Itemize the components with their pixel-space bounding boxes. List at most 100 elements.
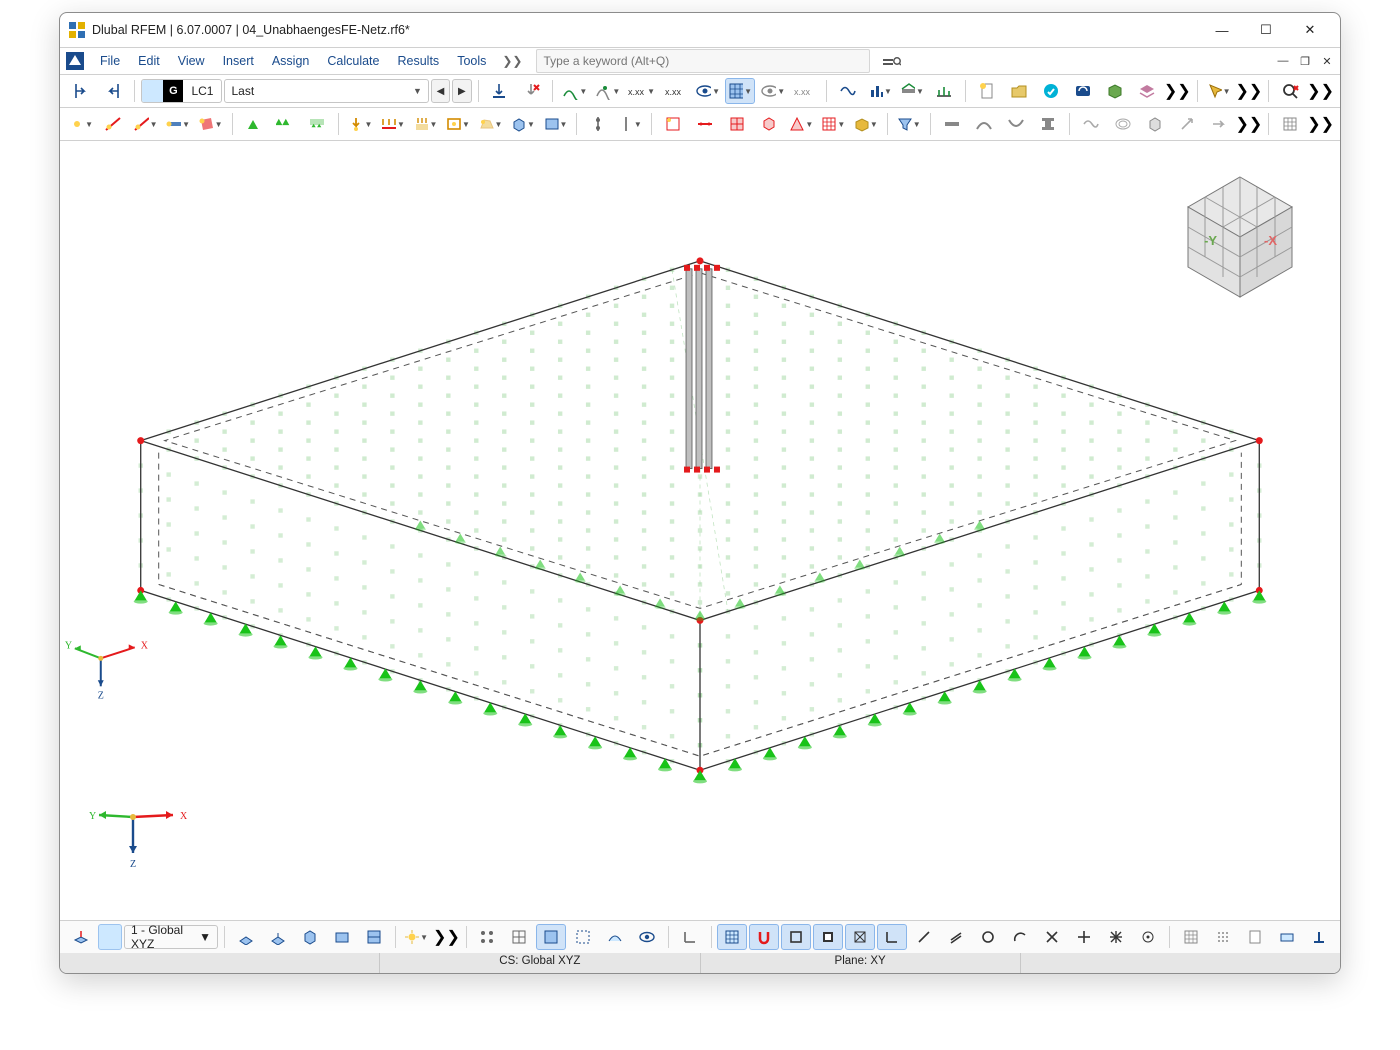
result-vector-button[interactable] (1172, 111, 1202, 137)
mesh-hex-button[interactable] (754, 111, 784, 137)
menu-file[interactable]: File (92, 52, 128, 70)
ortho-1-button[interactable] (327, 924, 357, 950)
menu-calculate[interactable]: Calculate (319, 52, 387, 70)
mesh-star-button[interactable] (658, 111, 688, 137)
menu-edit[interactable]: Edit (130, 52, 168, 70)
anchor-left-button[interactable] (66, 78, 96, 104)
load-node-button[interactable]: ▼ (345, 111, 375, 137)
vis-eye-button[interactable] (632, 924, 662, 950)
member-arc-button[interactable] (969, 111, 999, 137)
result-arrow-button[interactable] (1204, 111, 1234, 137)
toolbar1c-overflow[interactable]: ❯❯ (1307, 81, 1334, 101)
draw-center-button[interactable] (1133, 924, 1163, 950)
quick-search-go-icon[interactable] (878, 51, 906, 71)
menu-tools[interactable]: Tools (449, 52, 494, 70)
result-cube-button[interactable] (1140, 111, 1170, 137)
grid-extent-button[interactable] (1272, 924, 1302, 950)
snap-rect-fill-button[interactable] (813, 924, 843, 950)
snap-grid-button[interactable] (717, 924, 747, 950)
menu-view[interactable]: View (170, 52, 213, 70)
chart-toggle-button[interactable]: ▼ (865, 78, 895, 104)
annotation-short-button[interactable]: x.xx (660, 78, 690, 104)
view-grid-button[interactable]: ▼ (725, 78, 755, 104)
member-beam-button[interactable] (937, 111, 967, 137)
filter-button[interactable]: ▼ (894, 111, 924, 137)
menu-results[interactable]: Results (390, 52, 448, 70)
vis-wire-button[interactable] (568, 924, 598, 950)
result-contour-button[interactable] (1108, 111, 1138, 137)
navigation-cube[interactable]: -X -Y (1170, 159, 1310, 299)
cloud-sync-button[interactable] (1068, 78, 1098, 104)
workplane-toggle-button[interactable] (66, 924, 96, 950)
new-member-button[interactable]: ▼ (163, 111, 194, 137)
draw-ortho-button[interactable] (877, 924, 907, 950)
mdi-restore-button[interactable]: ❐ (1296, 52, 1314, 70)
mesh-tri-button[interactable]: ▼ (786, 111, 816, 137)
draw-circle-button[interactable] (973, 924, 1003, 950)
bottombar-overflow-1[interactable]: ❯❯ (433, 927, 460, 947)
quick-search-input[interactable] (536, 49, 870, 73)
grid-page-button[interactable] (1240, 924, 1270, 950)
cloud-save-button[interactable] (1036, 78, 1066, 104)
load-line-button[interactable]: ▼ (377, 111, 408, 137)
draw-plus-button[interactable] (1069, 924, 1099, 950)
window-close-button[interactable]: ✕ (1288, 15, 1332, 45)
loadcase-prev-button[interactable]: ◀ (431, 79, 450, 103)
mesh-refine-button[interactable]: ▼ (818, 111, 848, 137)
persp-3-button[interactable] (295, 924, 325, 950)
loadcase-name-dropdown[interactable]: Last ▼ (224, 79, 428, 103)
loadcase-next-button[interactable]: ▶ (452, 79, 471, 103)
load-block-button[interactable]: ▼ (540, 111, 571, 137)
loadcase-selector[interactable]: G LC1 (141, 79, 223, 103)
open-file-button[interactable] (1004, 78, 1034, 104)
annotation-detail-button[interactable]: x.xx▼ (625, 78, 658, 104)
mesh-line-button[interactable] (690, 111, 720, 137)
snap-toggle-button[interactable]: ▼ (615, 111, 645, 137)
new-node-button[interactable]: ▼ (66, 111, 96, 137)
load-solid-button[interactable]: ▼ (507, 111, 538, 137)
snap-diag-button[interactable] (845, 924, 875, 950)
draw-cross-button[interactable] (1037, 924, 1067, 950)
grid-dots-button[interactable] (1208, 924, 1238, 950)
anchor-right-button[interactable] (98, 78, 128, 104)
menu-insert[interactable]: Insert (215, 52, 262, 70)
grid-z-button[interactable] (1304, 924, 1334, 950)
new-file-button[interactable] (972, 78, 1002, 104)
render-star-button[interactable]: ▼ (401, 924, 431, 950)
persp-2-button[interactable] (263, 924, 293, 950)
toolbar2b-overflow[interactable]: ❯❯ (1307, 114, 1334, 134)
vis-mesh-button[interactable] (504, 924, 534, 950)
toolbar2-overflow[interactable]: ❯❯ (1236, 114, 1263, 134)
deform-shape-button[interactable]: ▼ (559, 78, 590, 104)
ucs-origin-button[interactable] (675, 924, 705, 950)
deform-scale-button[interactable]: ▼ (592, 78, 623, 104)
span-result-button[interactable] (929, 78, 959, 104)
view-select-dropdown[interactable]: 1 - Global XYZ ▼ (124, 925, 218, 949)
toolbar1b-overflow[interactable]: ❯❯ (1236, 81, 1263, 101)
ortho-2-button[interactable] (359, 924, 389, 950)
load-apply-button[interactable] (484, 78, 514, 104)
grid-toggle-button[interactable] (1176, 924, 1206, 950)
support-line-button[interactable] (270, 111, 300, 137)
scale-eye-button[interactable]: ▼ (757, 78, 788, 104)
support-node-button[interactable] (238, 111, 268, 137)
member-cable-button[interactable] (1001, 111, 1031, 137)
draw-arc-button[interactable] (1005, 924, 1035, 950)
view-eye-button[interactable]: ▼ (692, 78, 723, 104)
scale-value-button[interactable]: x.xx (790, 78, 820, 104)
beam-result-button[interactable]: ▼ (897, 78, 927, 104)
mdi-minimize-button[interactable]: — (1274, 52, 1292, 70)
draw-parallel-button[interactable] (941, 924, 971, 950)
load-area-button[interactable]: ▼ (410, 111, 441, 137)
find-button[interactable] (1275, 78, 1305, 104)
load-rect-button[interactable]: ▼ (442, 111, 473, 137)
new-line-button[interactable] (98, 111, 128, 137)
mdi-close-button[interactable]: ✕ (1318, 52, 1336, 70)
cloud-package-button[interactable] (1100, 78, 1130, 104)
mesh-solid-button[interactable]: ▼ (850, 111, 881, 137)
vis-surface-button[interactable] (600, 924, 630, 950)
menu-assign[interactable]: Assign (264, 52, 318, 70)
menu-overflow[interactable]: ❯❯ (496, 54, 528, 68)
draw-line-button[interactable] (909, 924, 939, 950)
vis-nodes-button[interactable] (472, 924, 502, 950)
